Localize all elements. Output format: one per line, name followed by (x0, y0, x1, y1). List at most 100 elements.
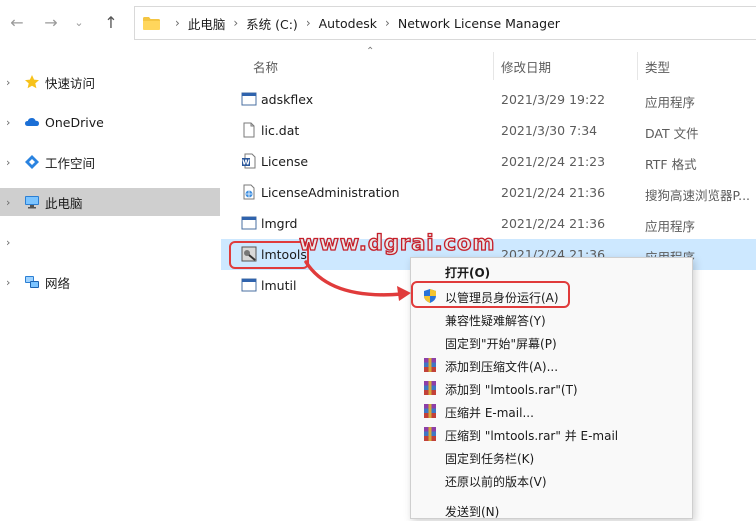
menu-item-pin-to-start[interactable]: 固定到"开始"屏幕(P) (411, 331, 692, 353)
menu-item-label: 压缩到 "lmtools.rar" 并 E-mail (445, 429, 619, 443)
file-type: RTF 格式 (645, 157, 697, 172)
recent-locations-button[interactable]: ⌄ (66, 10, 92, 36)
network-icon (25, 276, 39, 288)
column-header-type[interactable]: 类型 (645, 52, 755, 80)
annotation-highlight-lmtools (229, 241, 309, 269)
menu-item-label: 还原以前的版本(V) (445, 475, 547, 489)
file-name: LicenseAdministration (261, 185, 400, 200)
breadcrumb-item-system-drive[interactable]: 系统 (C:) (246, 14, 298, 33)
navigation-pane: › 快速访问 › OneDrive › 工作空间 › 此电脑 › › 网络 (0, 48, 220, 509)
winrar-icon (424, 427, 436, 441)
menu-item-send-to[interactable]: 发送到(N) (411, 499, 692, 521)
column-divider[interactable] (493, 52, 494, 80)
breadcrumb-item-network-license-manager[interactable]: Network License Manager (398, 16, 560, 31)
sidebar-item-label: 工作空间 (45, 155, 96, 171)
file-name: lic.dat (261, 123, 300, 138)
file-date: 2021/2/24 21:36 (501, 185, 606, 200)
column-header-date[interactable]: 修改日期 (501, 52, 636, 80)
sidebar-item-workspace[interactable]: › 工作空间 (0, 148, 220, 176)
menu-item-label: 固定到"开始"屏幕(P) (445, 337, 557, 351)
application-icon (241, 278, 257, 292)
file-type: 应用程序 (645, 219, 696, 234)
sidebar-item-label: 网络 (45, 275, 71, 291)
menu-item-label: 打开(O) (445, 266, 491, 280)
computer-icon (25, 196, 39, 209)
file-date: 2021/2/24 21:23 (501, 154, 606, 169)
forward-button[interactable]: → (38, 10, 64, 36)
breadcrumb-item-this-pc[interactable]: 此电脑 (188, 14, 226, 33)
menu-item-label: 添加到压缩文件(A)... (445, 360, 559, 374)
arrow-up-icon: ↑ (104, 13, 118, 32)
menu-item-label: 固定到任务栏(K) (445, 452, 535, 466)
menu-item-open[interactable]: 打开(O) (411, 260, 692, 282)
sidebar-item-this-pc[interactable]: › 此电脑 (0, 188, 220, 216)
file-date: 2021/3/29 19:22 (501, 92, 606, 107)
menu-item-restore-previous-versions[interactable]: 还原以前的版本(V) (411, 469, 692, 491)
menu-item-label: 发送到(N) (445, 505, 500, 519)
column-header-name[interactable]: 名称 (253, 52, 493, 80)
chevron-right-icon[interactable]: › (6, 156, 10, 169)
breadcrumb-item-autodesk[interactable]: Autodesk (319, 16, 377, 31)
chevron-right-icon: › (305, 16, 311, 30)
menu-item-add-to-lmtools-rar[interactable]: 添加到 "lmtools.rar"(T) (411, 377, 692, 399)
menu-item-label: 压缩并 E-mail... (445, 406, 534, 420)
chevron-right-icon: › (385, 16, 390, 30)
menu-item-compress-and-email[interactable]: 压缩并 E-mail... (411, 400, 692, 422)
file-icon (243, 122, 255, 138)
menu-item-label: 兼容性疑难解答(Y) (445, 314, 546, 328)
sidebar-item-unnamed[interactable]: › (0, 228, 220, 256)
sidebar-item-label: OneDrive (45, 114, 104, 130)
breadcrumb: › 此电脑 › 系统 (C:) › Autodesk › Network Lic… (167, 7, 560, 39)
annotation-highlight-run-as-admin (411, 281, 570, 308)
winrar-icon (424, 381, 436, 395)
file-type: DAT 文件 (645, 126, 699, 141)
sidebar-item-onedrive[interactable]: › OneDrive (0, 108, 220, 136)
file-row-lic-dat[interactable]: lic.dat 2021/3/30 7:34 DAT 文件 (221, 115, 756, 146)
workspace-icon (25, 155, 39, 169)
chevron-right-icon: › (175, 16, 180, 30)
sidebar-item-label: 此电脑 (45, 195, 83, 211)
file-name: License (261, 154, 309, 169)
menu-item-pin-to-taskbar[interactable]: 固定到任务栏(K) (411, 446, 692, 468)
file-type: 应用程序 (645, 95, 696, 110)
column-header-label: 类型 (645, 59, 671, 75)
chevron-right-icon[interactable]: › (6, 116, 10, 129)
up-button[interactable]: ↑ (98, 10, 124, 36)
address-bar[interactable]: › 此电脑 › 系统 (C:) › Autodesk › Network Lic… (134, 6, 756, 40)
file-name: lmgrd (261, 216, 298, 231)
menu-item-add-to-archive[interactable]: 添加到压缩文件(A)... (411, 354, 692, 376)
menu-item-label: 添加到 "lmtools.rar"(T) (445, 383, 578, 397)
sidebar-item-network[interactable]: › 网络 (0, 268, 220, 296)
folder-icon (143, 17, 160, 30)
menu-item-compress-to-lmtools-rar-and-email[interactable]: 压缩到 "lmtools.rar" 并 E-mail (411, 423, 692, 445)
file-date: 2021/2/24 21:36 (501, 216, 606, 231)
chevron-down-icon: ⌄ (74, 16, 84, 29)
sidebar-item-label: 快速访问 (45, 75, 96, 91)
winrar-icon (424, 358, 436, 372)
application-icon (241, 92, 257, 106)
winrar-icon (424, 404, 436, 418)
chevron-right-icon[interactable]: › (6, 196, 10, 209)
sidebar-item-quick-access[interactable]: › 快速访问 (0, 68, 220, 96)
html-document-icon (243, 184, 255, 200)
cloud-icon (25, 118, 39, 126)
arrow-left-icon: ← (10, 13, 24, 32)
file-name: adskflex (261, 92, 314, 107)
chevron-right-icon[interactable]: › (6, 236, 10, 249)
file-row-license[interactable]: W License 2021/2/24 21:23 RTF 格式 (221, 146, 756, 177)
file-row-license-administration[interactable]: LicenseAdministration 2021/2/24 21:36 搜狗… (221, 177, 756, 208)
svg-text:W: W (242, 159, 250, 167)
watermark-text: www.dgrai.com (298, 230, 496, 255)
column-header-label: 名称 (253, 59, 279, 75)
menu-item-compatibility-troubleshoot[interactable]: 兼容性疑难解答(Y) (411, 308, 692, 330)
chevron-right-icon[interactable]: › (6, 276, 10, 289)
file-date: 2021/3/30 7:34 (501, 123, 598, 138)
file-name: lmutil (261, 278, 297, 293)
file-type: 搜狗高速浏览器P... (645, 188, 751, 203)
column-divider[interactable] (637, 52, 638, 80)
chevron-right-icon: › (233, 16, 239, 30)
file-row-adskflex[interactable]: adskflex 2021/3/29 19:22 应用程序 (221, 84, 756, 115)
chevron-right-icon[interactable]: › (6, 76, 10, 89)
application-icon (241, 216, 257, 230)
back-button[interactable]: ← (4, 10, 30, 36)
